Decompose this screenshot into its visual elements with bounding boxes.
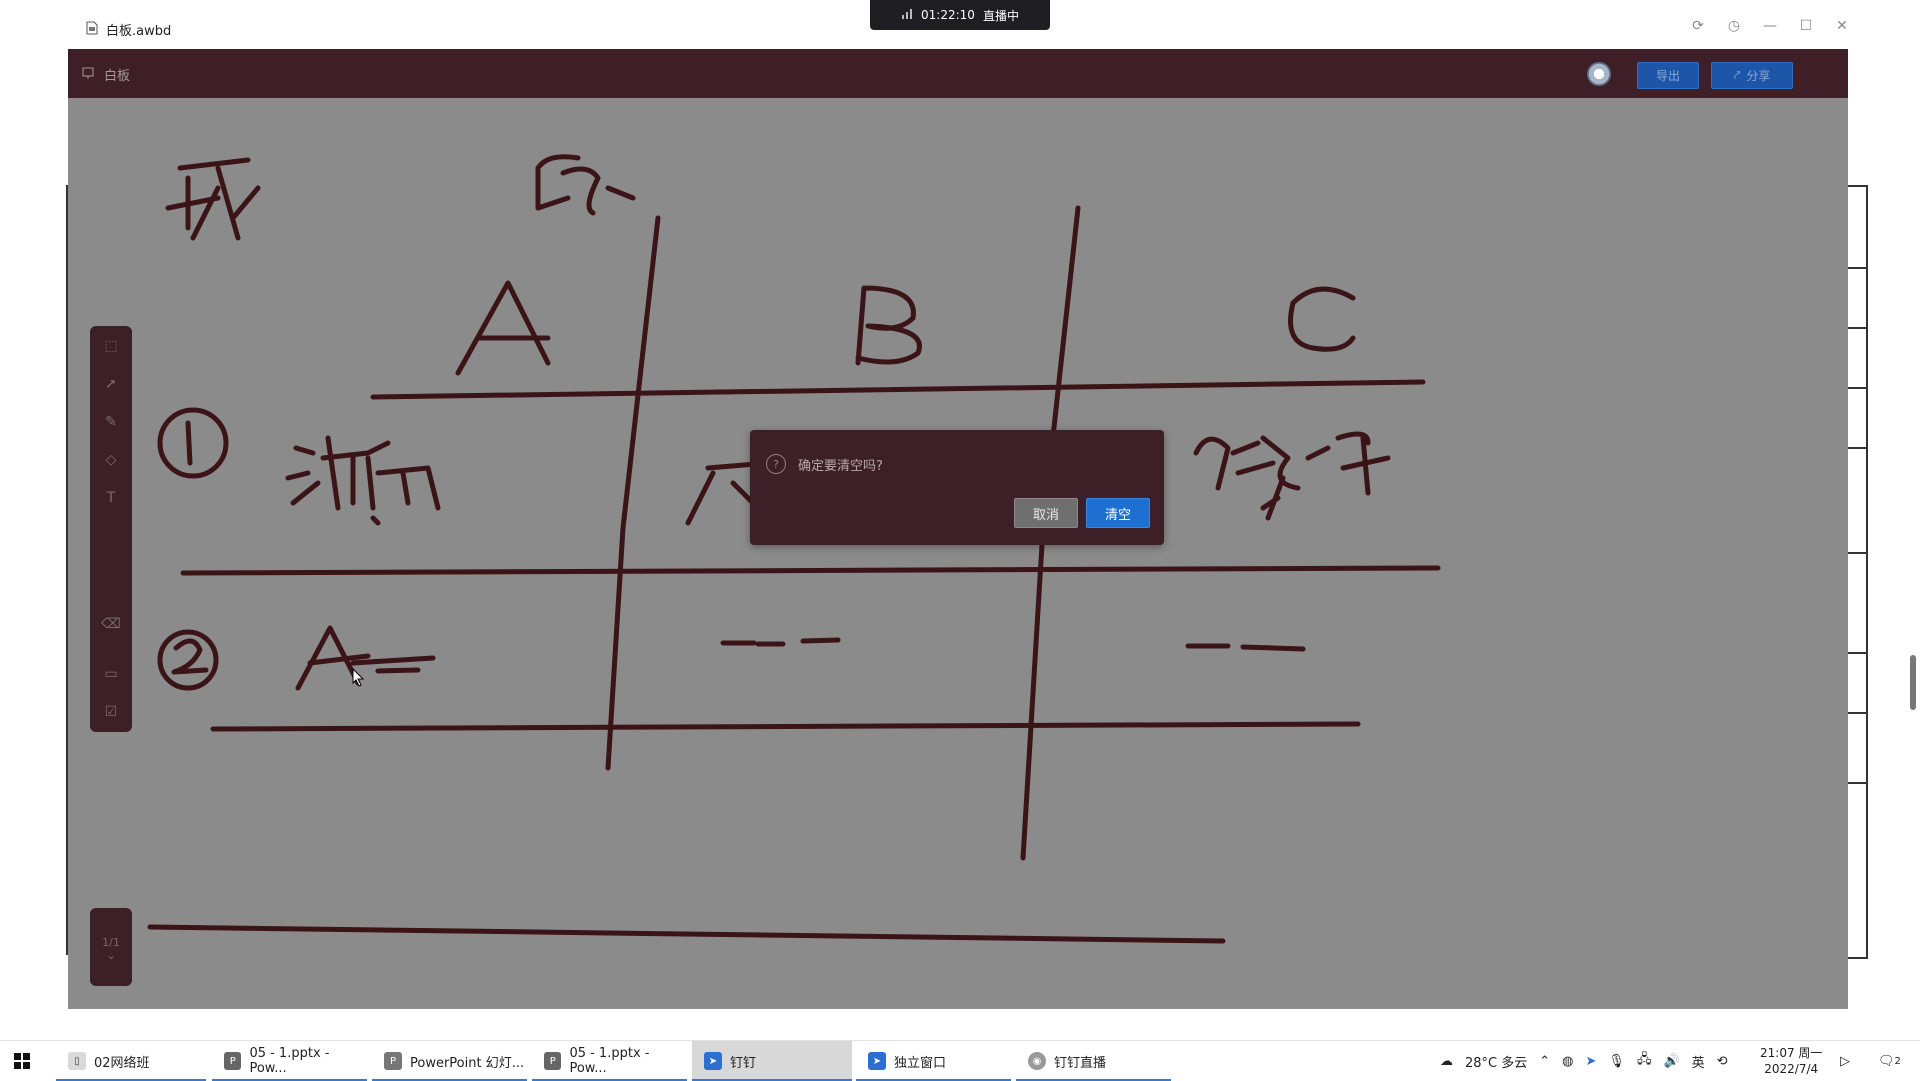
taskbar-item-live[interactable]: ◉ 钉钉直播 <box>1016 1041 1171 1081</box>
edit-board-icon[interactable]: ☑ <box>101 702 121 722</box>
taskbar-item-label: 独立窗口 <box>894 1055 947 1071</box>
clock-date: 2022/7/4 <box>1764 1062 1819 1076</box>
show-desktop-icon[interactable]: ▷ <box>1840 1041 1850 1081</box>
avatar[interactable] <box>1587 62 1611 86</box>
dingtalk-icon: ➤ <box>868 1052 886 1070</box>
powerpoint-slideshow-icon: P <box>384 1052 402 1070</box>
dingtalk-icon: ➤ <box>704 1052 722 1070</box>
shapes-icon[interactable]: ◇ <box>101 450 121 470</box>
network-icon[interactable]: 🖧 <box>1637 1050 1652 1072</box>
history-icon[interactable]: ◷ <box>1726 18 1742 34</box>
background-table-edge <box>1848 185 1868 959</box>
mouse-cursor-icon <box>352 668 365 687</box>
app-tray-icon[interactable]: ◍ <box>1562 1054 1573 1069</box>
notification-icon[interactable]: 🗨 2 <box>1878 1041 1901 1081</box>
taskbar: ▯ 02网络班 P 05 - 1.pptx - Pow... P PowerPo… <box>0 1040 1920 1081</box>
live-icon: ◉ <box>1028 1052 1046 1070</box>
taskbar-item-pptx-2[interactable]: P 05 - 1.pptx - Pow... <box>532 1041 687 1081</box>
app-header: 白板 导出 ⤤ 分享 <box>68 49 1848 98</box>
taskbar-item-pptx-1[interactable]: P 05 - 1.pptx - Pow... <box>212 1041 367 1081</box>
notification-count: 2 <box>1894 1055 1901 1067</box>
confirm-clear-dialog: ? 确定要清空吗? 取消 清空 <box>750 430 1164 545</box>
export-button[interactable]: 导出 <box>1637 62 1699 89</box>
text-icon[interactable]: T <box>101 488 121 508</box>
file-title-text: 白板.awbd <box>106 24 172 39</box>
sync-icon[interactable]: ⟲ <box>1717 1054 1728 1069</box>
pen-icon[interactable]: ✎ <box>101 412 121 432</box>
share-button-label: 分享 <box>1746 69 1771 83</box>
weather-text[interactable]: 28°C 多云 <box>1465 1052 1527 1071</box>
taskbar-item-label: PowerPoint 幻灯... <box>410 1055 525 1071</box>
clear-icon[interactable]: ▭ <box>101 664 121 684</box>
taskbar-item-folder[interactable]: ▯ 02网络班 <box>56 1041 206 1081</box>
minimize-icon[interactable]: — <box>1762 18 1778 34</box>
whiteboard-canvas[interactable] <box>68 98 1848 1009</box>
taskbar-item-label: 05 - 1.pptx - Pow... <box>249 1046 330 1076</box>
taskbar-item-window[interactable]: ➤ 独立窗口 <box>856 1041 1011 1081</box>
pointer-icon[interactable]: ➚ <box>101 374 121 394</box>
taskbar-item-label: 05 - 1.pptx - Pow... <box>569 1046 650 1076</box>
chevron-up-icon[interactable]: ⌃ <box>1539 1054 1550 1069</box>
question-icon: ? <box>766 454 786 474</box>
taskbar-item-label: 钉钉 <box>730 1055 757 1071</box>
maximize-icon[interactable]: ☐ <box>1798 18 1814 34</box>
confirm-clear-button[interactable]: 清空 <box>1086 498 1150 528</box>
system-tray: ☁ 28°C 多云 ⌃ ◍ ➤ 🎙 🖧 🔊 英 ⟲ <box>1440 1041 1728 1081</box>
signal-icon <box>901 8 913 23</box>
page-navigator: 1/1 ⌄ <box>90 908 132 986</box>
eraser-icon[interactable]: ⌫ <box>101 614 121 634</box>
microphone-icon[interactable]: 🎙 <box>1608 1054 1625 1069</box>
share-icon: ⤤ <box>1733 68 1741 82</box>
chevron-down-icon[interactable]: ⌄ <box>90 949 132 962</box>
drawing-toolbar: ⬚ ➚ ✎ ◇ T ⌫ ▭ ☑ <box>90 326 132 732</box>
share-button[interactable]: ⤤ 分享 <box>1711 62 1793 89</box>
page-indicator: 1/1 <box>102 936 120 949</box>
select-icon[interactable]: ⬚ <box>101 336 121 356</box>
cancel-button[interactable]: 取消 <box>1014 498 1078 528</box>
folder-icon: ▯ <box>68 1052 86 1070</box>
app-title: 白板 <box>82 65 130 84</box>
taskbar-item-dingtalk[interactable]: ➤ 钉钉 <box>692 1041 852 1081</box>
powerpoint-icon: P <box>224 1052 242 1070</box>
close-icon[interactable]: ✕ <box>1834 18 1850 34</box>
taskbar-item-slideshow[interactable]: P PowerPoint 幻灯... <box>372 1041 527 1081</box>
volume-icon[interactable]: 🔊 <box>1663 1054 1679 1069</box>
clock-time: 21:07 周一 <box>1760 1046 1823 1060</box>
powerpoint-icon: P <box>544 1052 562 1070</box>
export-button-label: 导出 <box>1655 69 1680 83</box>
document-icon <box>86 21 98 39</box>
file-title: 白板.awbd <box>86 20 171 39</box>
refresh-icon[interactable]: ⟳ <box>1690 18 1706 34</box>
window-controls: ⟳ ◷ — ☐ ✕ <box>1690 18 1850 34</box>
taskbar-item-label: 02网络班 <box>94 1055 150 1071</box>
live-status: 直播中 <box>982 8 1019 23</box>
live-timer: 01:22:10 <box>921 8 975 22</box>
taskbar-item-label: 钉钉直播 <box>1054 1055 1107 1071</box>
scrollbar-thumb[interactable] <box>1910 655 1916 710</box>
weather-icon: ☁ <box>1440 1053 1453 1069</box>
windows-start-icon[interactable] <box>14 1053 30 1073</box>
dialog-message-text: 确定要清空吗? <box>798 458 883 474</box>
live-status-pill[interactable]: 01:22:10 直播中 <box>870 0 1050 30</box>
ime-icon[interactable]: 英 <box>1692 1052 1705 1071</box>
dingtalk-tray-icon[interactable]: ➤ <box>1586 1054 1597 1069</box>
whiteboard-app: 白板 导出 ⤤ 分享 ⬚ ➚ ✎ ◇ T ⌫ ▭ ☑ 1/1 ⌄ ? 确定要清空… <box>68 49 1848 1009</box>
clock[interactable]: 21:07 周一 2022/7/4 <box>1760 1045 1822 1077</box>
app-title-text: 白板 <box>104 69 131 84</box>
dialog-message: ? 确定要清空吗? <box>766 454 883 474</box>
whiteboard-icon <box>82 67 94 83</box>
